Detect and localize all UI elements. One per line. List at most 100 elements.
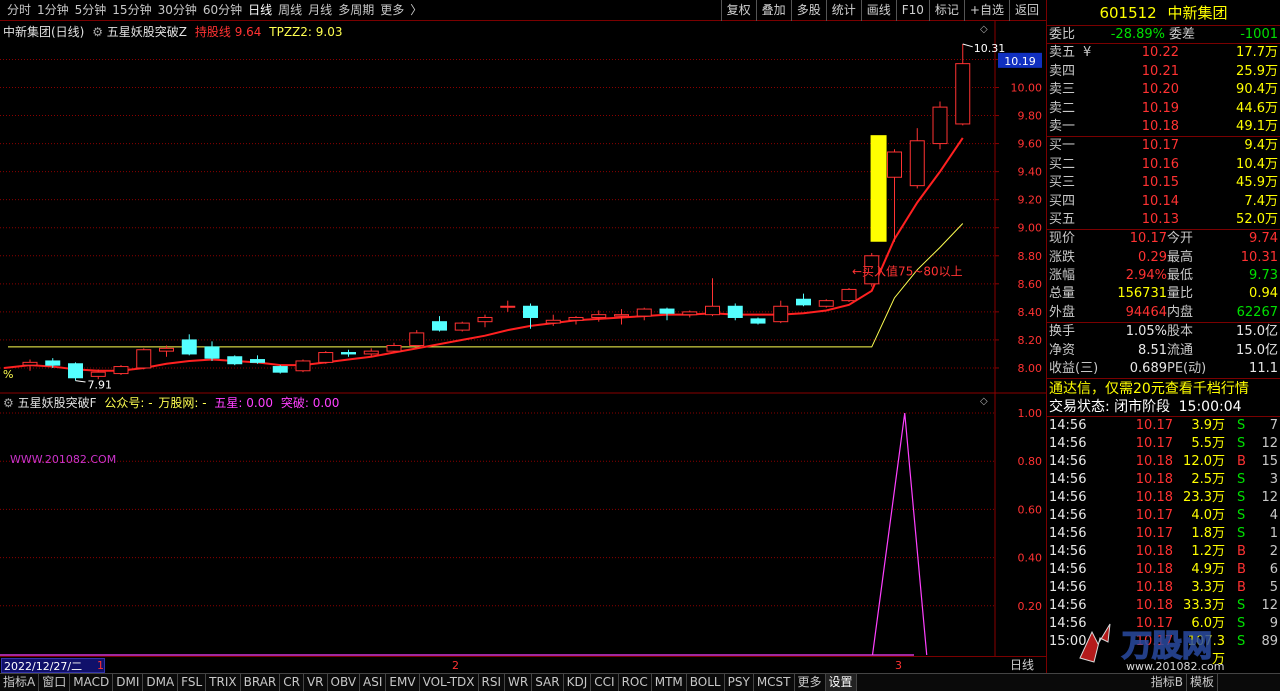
indicator-tab-12[interactable]: EMV	[386, 674, 420, 691]
tick-volume: 5.5万	[1191, 436, 1225, 452]
sub-pane-title: ⚙ 五星妖股突破F 公众号: - 万股网: - 五星: 0.00 突破: 0.0…	[3, 394, 339, 411]
tick-volume: 3.3万	[1191, 580, 1225, 596]
indicator-tab-7[interactable]: BRAR	[241, 674, 281, 691]
level2-ad[interactable]: 通达信，仅需20元查看千档行情	[1047, 378, 1280, 398]
period-tab-9[interactable]: 多周期	[335, 0, 377, 21]
ask-row-0[interactable]: 卖五 ¥10.22 17.7万	[1047, 44, 1280, 62]
indicator-tab-8[interactable]: CR	[280, 674, 304, 691]
period-mark-3: 3	[895, 659, 902, 672]
sub-settings-gear-icon[interactable]: ⚙	[3, 396, 14, 410]
period-tab-5[interactable]: 60分钟	[200, 0, 245, 21]
toolbar-button-5[interactable]: F10	[895, 0, 929, 21]
toolbar-button-2[interactable]: 多股	[790, 0, 826, 21]
stat-value-2: 10.31	[1240, 249, 1278, 265]
indicator-tab-6[interactable]: TRIX	[206, 674, 241, 691]
fund-label-2: 流通	[1167, 342, 1194, 358]
tpzz2-label: TPZZ2:	[269, 25, 312, 39]
indicator-tab-11[interactable]: ASI	[360, 674, 387, 691]
tick-list[interactable]: 14:56 10.17 3.9万 S 7 14:56 10.17 5.5万 S 12 14:56 10…	[1047, 417, 1280, 667]
indicator-tab-22[interactable]: PSY	[725, 674, 754, 691]
sub-tick-label: 0.20	[1018, 600, 1043, 613]
indicator-tab-3[interactable]: DMI	[113, 674, 144, 691]
bid-row-4[interactable]: 买五 10.13 52.0万	[1047, 211, 1280, 229]
tick-side: S	[1237, 418, 1246, 434]
candle-body-up	[932, 106, 948, 145]
tick-side: S	[1237, 598, 1246, 614]
indicator-tab-14[interactable]: RSI	[479, 674, 506, 691]
toolbar-button-1[interactable]: 叠加	[755, 0, 791, 21]
fund-value: 1.05%	[1125, 324, 1167, 340]
indicator-tab-19[interactable]: ROC	[619, 674, 652, 691]
indicator-tab-13[interactable]: VOL-TDX	[420, 674, 479, 691]
period-tab-1[interactable]: 1分钟	[34, 0, 72, 21]
indicator-tab-9[interactable]: VR	[304, 674, 328, 691]
level-label: 买三	[1049, 175, 1076, 191]
high-marker-line	[962, 43, 973, 48]
candle-body-up	[386, 345, 402, 352]
period-tab-6[interactable]: 日线	[245, 0, 275, 21]
indicator-tab-26[interactable]: 指标B	[1148, 674, 1187, 691]
indicator-tab-18[interactable]: CCI	[591, 674, 619, 691]
indicator-tab-16[interactable]: SAR	[532, 674, 564, 691]
toolbar-button-4[interactable]: 画线	[860, 0, 896, 21]
settings-gear-icon[interactable]: ⚙	[92, 25, 103, 39]
candle-body-up	[22, 361, 38, 366]
period-tab-10[interactable]: 更多	[377, 0, 407, 21]
tpzz2-value: 9.03	[315, 25, 343, 39]
indicator-tab-27[interactable]: 模板	[1187, 674, 1218, 691]
indicator-tab-15[interactable]: WR	[505, 674, 533, 691]
period-tab-4[interactable]: 30分钟	[155, 0, 200, 21]
tick-volume: 4.9万	[1191, 562, 1225, 578]
daily-period-label[interactable]: 日线	[1010, 658, 1034, 673]
kline-chart[interactable]: 10.2010.009.809.609.409.209.008.808.608.…	[0, 21, 1046, 656]
indicator-tab-10[interactable]: OBV	[328, 674, 361, 691]
period-tab-8[interactable]: 月线	[305, 0, 335, 21]
tick-row: 14:56 10.17 4.0万 S 4	[1047, 507, 1280, 525]
site-label: 万股网:	[158, 396, 199, 410]
toolbar-button-6[interactable]: 标记	[928, 0, 964, 21]
bid-row-1[interactable]: 买二 10.16 10.4万	[1047, 156, 1280, 174]
level-price: 10.18	[1141, 118, 1179, 134]
tab-spacer	[857, 674, 1148, 691]
indicator-tab-0[interactable]: 指标A	[0, 674, 40, 691]
period-tab-0[interactable]: 分时	[4, 0, 34, 21]
indicator-tab-23[interactable]: MCST	[754, 674, 795, 691]
stat-value: 94464	[1125, 304, 1167, 320]
candle-body-up	[909, 140, 925, 187]
tick-time: 14:56	[1049, 526, 1087, 542]
indicator-tab-24[interactable]: 更多	[795, 674, 826, 691]
bid-row-0[interactable]: 买一 10.17 9.4万	[1047, 137, 1280, 155]
tick-time: 14:56	[1049, 436, 1087, 452]
indicator-tab-5[interactable]: FSL	[178, 674, 207, 691]
toolbar-button-3[interactable]: 统计	[825, 0, 861, 21]
period-tab-3[interactable]: 15分钟	[109, 0, 154, 21]
toolbar-button-0[interactable]: 复权	[720, 0, 756, 21]
tick-volume: 23.3万	[1183, 490, 1225, 506]
indicator-tab-2[interactable]: MACD	[70, 674, 114, 691]
bid-row-2[interactable]: 买三 10.15 45.9万	[1047, 174, 1280, 192]
toolbar-button-8[interactable]: 返回	[1008, 0, 1044, 21]
ask-row-3[interactable]: 卖二 10.19 44.6万	[1047, 100, 1280, 118]
toolbar-button-7[interactable]: +自选	[963, 0, 1009, 21]
ask-row-2[interactable]: 卖三 10.20 90.4万	[1047, 81, 1280, 99]
tick-time: 14:56	[1049, 454, 1087, 470]
chart-area[interactable]: 10.2010.009.809.609.409.209.008.808.608.…	[0, 21, 1046, 656]
indicator-tab-20[interactable]: MTM	[652, 674, 687, 691]
indicator-tab-1[interactable]: 窗口	[39, 674, 71, 691]
ask-row-1[interactable]: 卖四 10.21 25.9万	[1047, 63, 1280, 81]
tick-row: 14:56 10.18 23.3万 S 12	[1047, 489, 1280, 507]
bid-row-3[interactable]: 买四 10.14 7.4万	[1047, 193, 1280, 211]
period-tab-7[interactable]: 周线	[275, 0, 305, 21]
indicator-tab-17[interactable]: KDJ	[564, 674, 592, 691]
trade-state: 交易状态: 闭市阶段 15:00:04	[1047, 398, 1280, 418]
trade-state-time: 15:00:04	[1178, 399, 1242, 416]
candle-body-up	[818, 300, 834, 307]
indicator-tab-4[interactable]: DMA	[143, 674, 179, 691]
ask-row-4[interactable]: 卖一 10.18 49.1万	[1047, 118, 1280, 136]
period-tab-2[interactable]: 5分钟	[72, 0, 110, 21]
indicator-tab-21[interactable]: BOLL	[687, 674, 725, 691]
fund-row-0: 换手 1.05% 股本 15.0亿	[1047, 323, 1280, 341]
indicator-tab-25[interactable]: 设置	[825, 674, 857, 691]
tick-count: 12	[1261, 490, 1278, 506]
tick-count: 4	[1269, 508, 1278, 524]
